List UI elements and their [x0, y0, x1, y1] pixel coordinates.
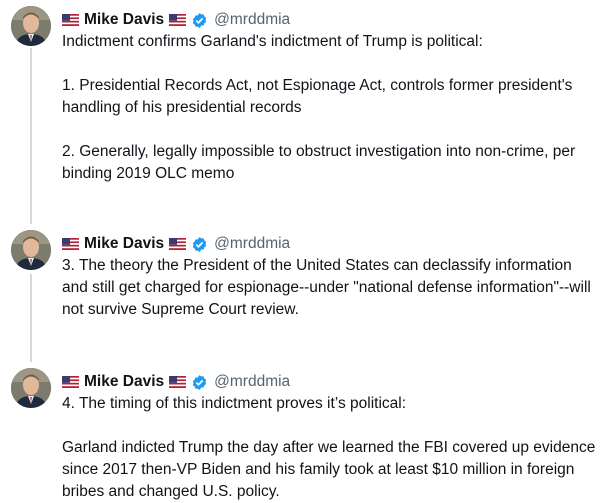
tweet-header: Mike Davis @mrddmia: [62, 372, 290, 392]
verified-badge-icon: [191, 374, 208, 391]
tweet[interactable]: Mike Davis @mrddmia 3. The theory the Pr…: [0, 228, 600, 328]
tweet[interactable]: Mike Davis @mrddmia 4. The timing of thi…: [0, 366, 600, 501]
us-flag-icon: [169, 14, 187, 26]
author-name[interactable]: Mike Davis: [84, 11, 164, 29]
tweet-paragraph: 4. The timing of this indictment proves …: [62, 395, 407, 412]
us-flag-icon: [62, 238, 79, 250]
avatar[interactable]: [11, 6, 51, 46]
tweet-paragraph: Indictment confirms Garland's indictment…: [62, 33, 483, 50]
author-name[interactable]: Mike Davis: [84, 235, 164, 253]
author-handle[interactable]: @mrddmia: [214, 11, 290, 29]
verified-badge-icon: [191, 12, 208, 29]
avatar[interactable]: [11, 230, 51, 270]
us-flag-icon: [169, 376, 187, 388]
avatar[interactable]: [11, 368, 51, 408]
us-flag-icon: [169, 238, 187, 250]
us-flag-icon: [62, 14, 79, 26]
tweet-text: 4. The timing of this indictment proves …: [62, 393, 596, 503]
author-handle[interactable]: @mrddmia: [214, 235, 290, 253]
verified-badge-icon: [191, 236, 208, 253]
tweet[interactable]: Mike Davis @mrddmia Indictment confirms …: [0, 4, 600, 194]
tweet-paragraph: 3. The theory the President of the Unite…: [62, 257, 591, 318]
tweet-paragraph: Garland indicted Trump the day after we …: [62, 439, 596, 500]
tweet-text: 3. The theory the President of the Unite…: [62, 255, 596, 321]
author-name[interactable]: Mike Davis: [84, 373, 164, 391]
tweet-paragraph: 2. Generally, legally impossible to obst…: [62, 143, 576, 182]
tweet-paragraph: 1. Presidential Records Act, not Espiona…: [62, 77, 573, 116]
author-handle[interactable]: @mrddmia: [214, 373, 290, 391]
tweet-text: Indictment confirms Garland's indictment…: [62, 31, 596, 185]
tweet-header: Mike Davis @mrddmia: [62, 234, 290, 254]
tweet-header: Mike Davis @mrddmia: [62, 10, 290, 30]
us-flag-icon: [62, 376, 79, 388]
